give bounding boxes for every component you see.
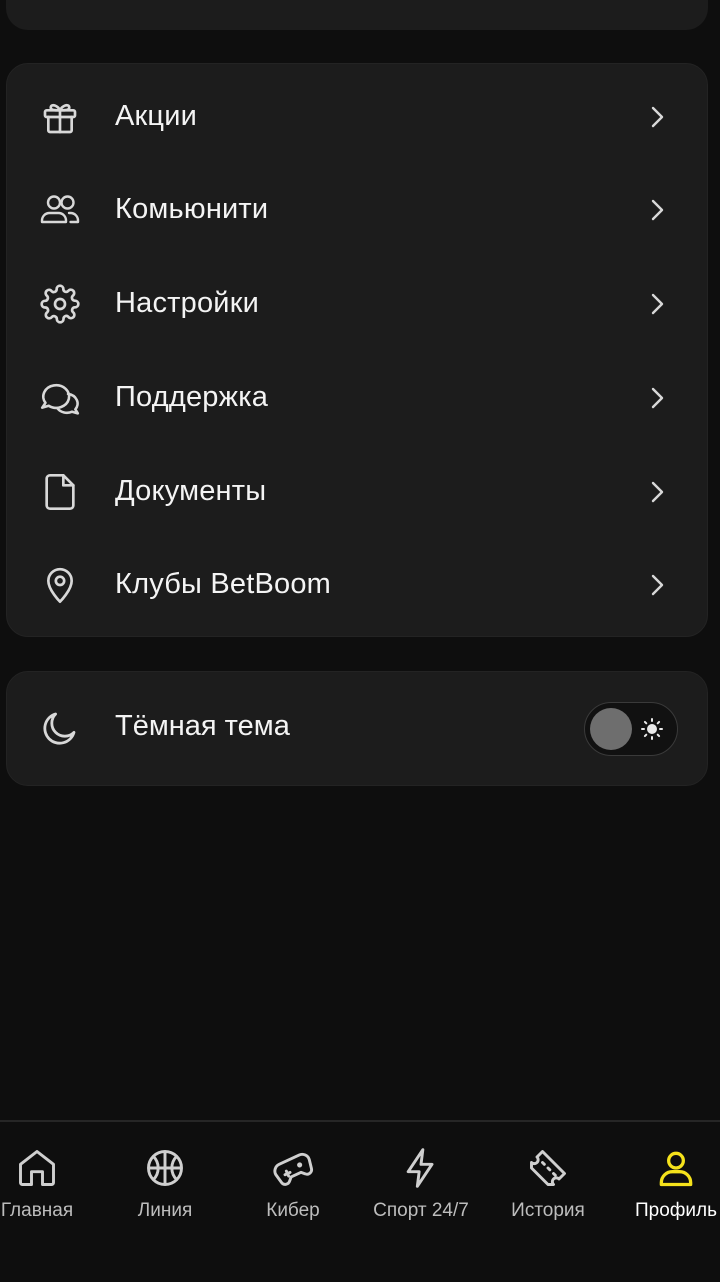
nav-sport-247[interactable]: Спорт 24/7 (357, 1122, 485, 1282)
basketball-icon (147, 1150, 183, 1186)
menu-item-label: Поддержка (115, 381, 269, 413)
chevron-right-icon (651, 199, 664, 220)
menu-item-community[interactable]: Комьюнити (7, 163, 707, 256)
sun-icon (641, 718, 663, 740)
nav-label: Главная (0, 1200, 74, 1221)
chat-bubbles-icon (39, 377, 81, 419)
nav-label: История (511, 1200, 585, 1221)
menu-item-clubs[interactable]: Клубы BetBoom (7, 538, 707, 631)
location-pin-icon (39, 564, 81, 606)
toggle-knob (590, 708, 632, 750)
menu-item-support[interactable]: Поддержка (7, 351, 707, 444)
chevron-right-icon (651, 293, 664, 314)
menu-item-label: Документы (115, 475, 267, 507)
gear-icon (39, 283, 81, 325)
document-icon (39, 471, 81, 513)
nav-cyber[interactable]: Кибер (229, 1122, 357, 1282)
gift-icon (39, 96, 81, 138)
users-icon (39, 189, 81, 231)
top-card (6, 0, 708, 30)
dark-theme-row: Тёмная тема (6, 671, 708, 786)
chevron-right-icon (651, 481, 664, 502)
menu-item-label: Настройки (115, 287, 259, 319)
home-icon (19, 1150, 55, 1186)
nav-home[interactable]: Главная (0, 1122, 101, 1282)
dark-theme-label: Тёмная тема (115, 710, 290, 742)
menu-item-documents[interactable]: Документы (7, 445, 707, 538)
menu-item-settings[interactable]: Настройки (7, 257, 707, 350)
menu-item-promotions[interactable]: Акции (7, 70, 707, 163)
moon-icon (39, 707, 81, 749)
nav-line[interactable]: Линия (101, 1122, 229, 1282)
nav-profile[interactable]: Профиль (612, 1122, 720, 1282)
bottom-nav: Главная Линия Кибер Спорт 24/7 История П… (0, 1120, 720, 1280)
nav-label: Линия (137, 1200, 193, 1221)
menu-card: Акции Комьюнити Настройки Поддержка Доку… (6, 63, 708, 637)
menu-item-label: Клубы BetBoom (115, 568, 332, 600)
nav-history[interactable]: История (484, 1122, 612, 1282)
nav-label: Профиль (634, 1200, 718, 1221)
lightning-icon (406, 1148, 434, 1188)
ticket-icon (530, 1150, 566, 1186)
menu-item-label: Комьюнити (115, 193, 269, 225)
user-icon (659, 1151, 693, 1187)
menu-item-label: Акции (115, 100, 198, 132)
gamepad-icon (273, 1152, 314, 1186)
chevron-right-icon (651, 106, 664, 127)
chevron-right-icon (651, 574, 664, 595)
nav-label: Кибер (266, 1200, 320, 1221)
chevron-right-icon (651, 387, 664, 408)
dark-theme-toggle[interactable] (584, 702, 678, 756)
nav-label: Спорт 24/7 (373, 1200, 469, 1221)
